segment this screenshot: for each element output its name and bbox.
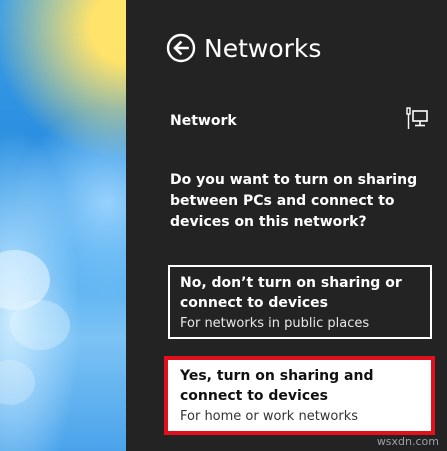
wired-network-monitor-icon [406, 107, 428, 129]
network-name: Network [170, 113, 237, 129]
option-description: For home or work networks [180, 409, 359, 424]
desktop-highlight [0, 360, 35, 405]
screen: Networks Network Do you want to turn on … [0, 0, 447, 451]
yes-sharing-button[interactable]: Yes, turn on sharing and connect to devi… [164, 356, 435, 435]
back-arrow-circle-icon [166, 33, 196, 63]
sharing-question: Do you want to turn on sharing between P… [170, 172, 418, 230]
networks-charm-panel: Networks Network Do you want to turn on … [126, 0, 447, 451]
no-sharing-button[interactable]: No, don’t turn on sharing or connect to … [168, 265, 432, 339]
desktop-highlight [10, 300, 70, 350]
option-description: For networks in public places [180, 316, 370, 331]
page-title: Networks [204, 33, 322, 63]
back-button[interactable] [166, 33, 196, 63]
watermark-text: wsxdn.com [376, 435, 439, 448]
network-row: Network [170, 106, 430, 136]
option-title: Yes, turn on sharing and connect to devi… [180, 368, 374, 404]
panel-header: Networks [166, 33, 321, 63]
option-title: No, don’t turn on sharing or connect to … [180, 275, 402, 311]
desktop-background [0, 0, 126, 451]
